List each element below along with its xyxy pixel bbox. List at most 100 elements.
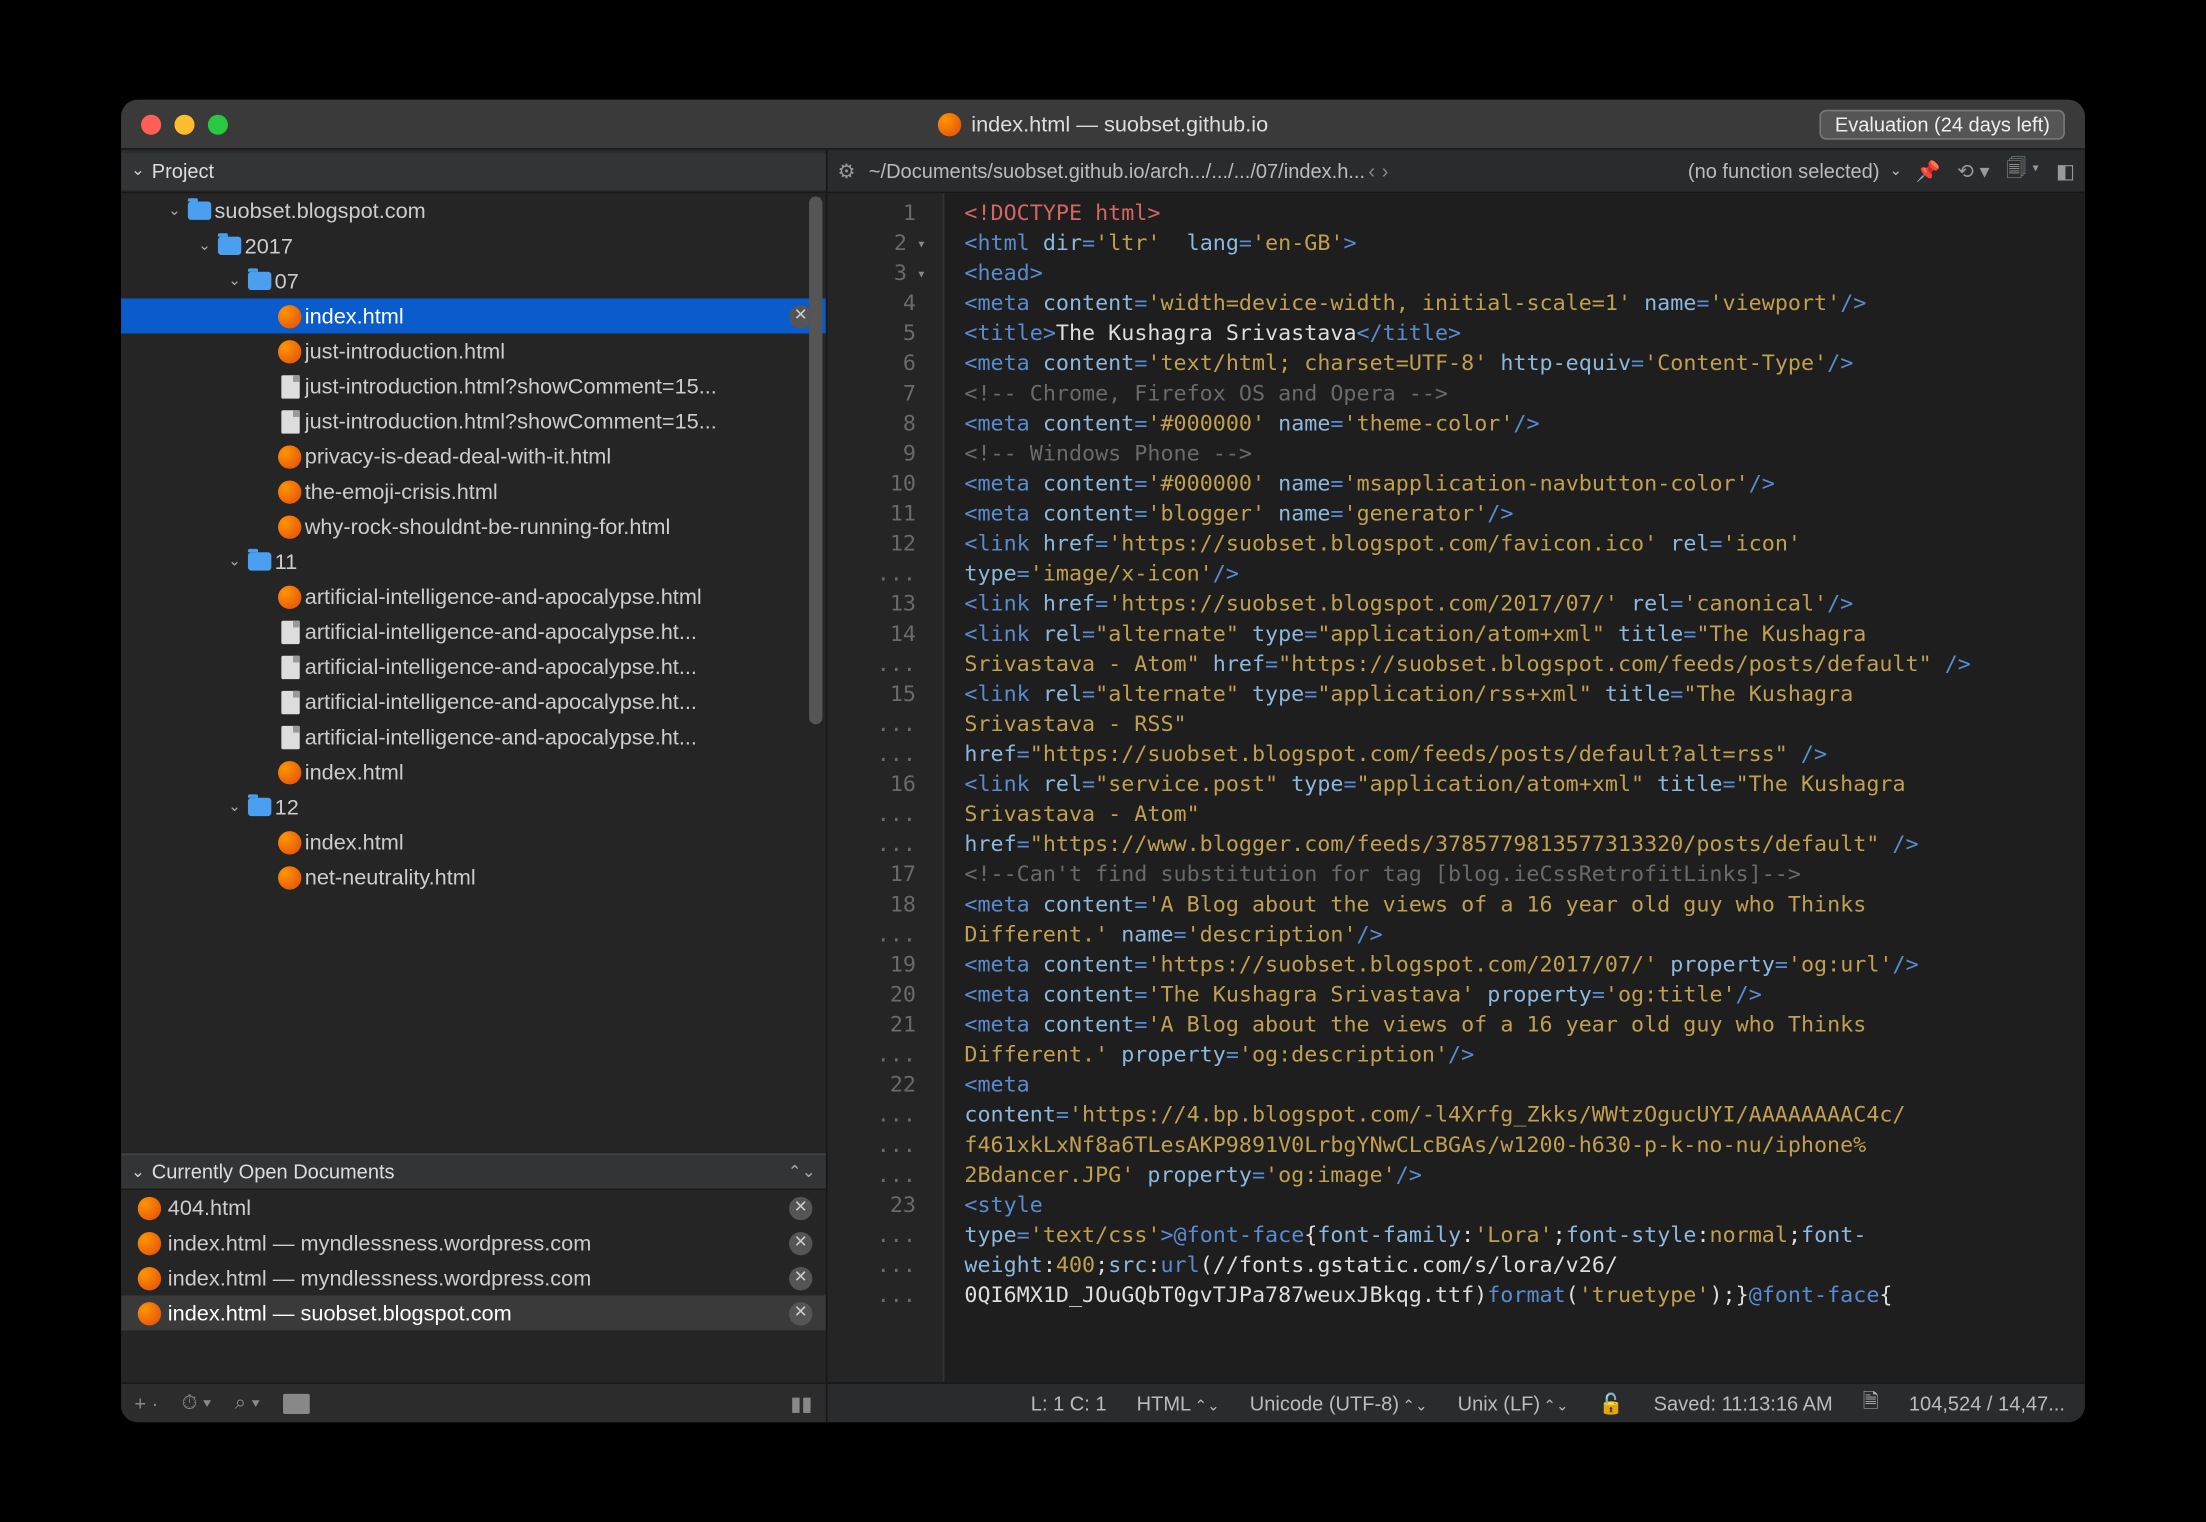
fold-icon[interactable]: ▾ [917,260,926,290]
code-line[interactable]: Different.' name='description'/> [964,921,2085,951]
gutter[interactable]: 12▾3▾456789101112...1314...15......16...… [827,193,944,1382]
code-line[interactable]: <meta content='#000000' name='msapplicat… [964,470,2085,500]
chevron-down-icon[interactable]: ⌄ [225,798,245,816]
encoding-selector[interactable]: Unicode (UTF-8)⌃⌄ [1250,1391,1428,1414]
code-line[interactable]: <meta content='#000000' name='theme-colo… [964,410,2085,440]
minimize-window-button[interactable] [174,114,194,134]
project-tree[interactable]: ⌄suobset.blogspot.com⌄2017⌄07index.html✕… [121,193,826,1153]
code-line[interactable]: <meta content='A Blog about the views of… [964,1011,2085,1041]
code-line[interactable]: type='text/css'>@font-face{font-family:'… [964,1222,2085,1252]
tree-folder[interactable]: ⌄suobset.blogspot.com [121,193,826,228]
tree-file[interactable]: index.html [121,824,826,859]
gutter-line[interactable]: 11 [827,500,926,530]
gutter-line[interactable]: 13 [827,591,926,621]
evaluation-badge[interactable]: Evaluation (24 days left) [1820,109,2065,139]
pin-icon[interactable]: 📌 [1915,159,1940,182]
code-content[interactable]: <!DOCTYPE html><html dir='ltr' lang='en-… [944,193,2085,1382]
scrollbar[interactable] [809,197,822,725]
gutter-line[interactable]: 5 [827,320,926,350]
gutter-line[interactable]: 4 [827,290,926,320]
gutter-line[interactable]: ... [827,1252,926,1282]
path-stepper[interactable]: ‹› [1365,159,1392,182]
tree-file[interactable]: artificial-intelligence-and-apocalypse.h… [121,579,826,614]
history-icon[interactable]: ⟲ ▾ [1957,159,1989,182]
gutter-line[interactable]: 2▾ [827,230,926,260]
tree-file[interactable]: artificial-intelligence-and-apocalypse.h… [121,649,826,684]
chevron-down-icon[interactable]: ⌄ [225,272,245,290]
open-doc-item[interactable]: 404.html✕ [121,1190,826,1225]
code-line[interactable]: <!-- Chrome, Firefox OS and Opera --> [964,380,2085,410]
code-line[interactable]: <link href='https://suobset.blogspot.com… [964,531,2085,561]
gutter-line[interactable]: 8 [827,410,926,440]
search-button[interactable]: ⌕ ▾ [235,1391,260,1416]
code-line[interactable]: href="https://suobset.blogspot.com/feeds… [964,741,2085,771]
cursor-position[interactable]: L: 1 C: 1 [1031,1391,1107,1414]
gutter-line[interactable]: 22 [827,1072,926,1102]
recent-button[interactable]: ⏱ ▾ [182,1391,212,1416]
chevron-down-icon[interactable]: ⌄ [164,202,184,220]
open-doc-item[interactable]: index.html — myndlessness.wordpress.com✕ [121,1260,826,1295]
tree-folder[interactable]: ⌄12 [121,789,826,824]
tree-file[interactable]: index.html [121,754,826,789]
language-selector[interactable]: HTML⌃⌄ [1137,1391,1220,1414]
code-line[interactable]: <link rel="service.post" type="applicati… [964,771,2085,801]
code-line[interactable]: 2Bdancer.JPG' property='og:image'/> [964,1162,2085,1192]
tree-file[interactable]: just-introduction.html [121,333,826,368]
line-endings-selector[interactable]: Unix (LF)⌃⌄ [1458,1391,1569,1414]
chevron-down-icon[interactable]: ⌄ [131,1163,145,1181]
gutter-line[interactable]: 17 [827,861,926,891]
gutter-line[interactable]: 14 [827,621,926,651]
code-line[interactable]: <link rel="alternate" type="application/… [964,621,2085,651]
gutter-line[interactable]: ... [827,1282,926,1312]
tree-file[interactable]: the-emoji-crisis.html [121,474,826,509]
gutter-line[interactable]: ... [827,1162,926,1192]
code-line[interactable]: <meta content='A Blog about the views of… [964,891,2085,921]
gutter-line[interactable]: 16 [827,771,926,801]
tree-file[interactable]: artificial-intelligence-and-apocalypse.h… [121,684,826,719]
code-line[interactable]: <meta content='width=device-width, initi… [964,290,2085,320]
code-line[interactable]: Different.' property='og:description'/> [964,1042,2085,1072]
gutter-line[interactable]: 21 [827,1011,926,1041]
tree-folder[interactable]: ⌄11 [121,544,826,579]
gutter-line[interactable]: ... [827,1102,926,1132]
code-line[interactable]: <meta content='https://suobset.blogspot.… [964,951,2085,981]
code-line[interactable]: <meta content='blogger' name='generator'… [964,500,2085,530]
gutter-line[interactable]: 9 [827,440,926,470]
code-line[interactable]: <style [964,1192,2085,1222]
code-line[interactable]: content='https://4.bp.blogspot.com/-l4Xr… [964,1102,2085,1132]
chevron-updown-icon[interactable]: ⌃⌄ [788,1163,816,1181]
maximize-window-button[interactable] [208,114,228,134]
gutter-line[interactable]: ... [827,561,926,591]
code-line[interactable]: Srivastava - Atom" href="https://suobset… [964,651,2085,681]
close-icon[interactable]: ✕ [789,1266,812,1289]
code-line[interactable]: <!--Can't find substitution for tag [blo… [964,861,2085,891]
toggle-view-button[interactable] [283,1393,310,1413]
gutter-line[interactable]: ... [827,831,926,861]
open-doc-item[interactable]: index.html — myndlessness.wordpress.com✕ [121,1225,826,1260]
gear-icon[interactable]: ⚙ [837,159,855,182]
close-icon[interactable]: ✕ [789,1231,812,1254]
lock-icon[interactable]: 🔓 [1599,1391,1624,1414]
gutter-line[interactable]: 23 [827,1192,926,1222]
tree-folder[interactable]: ⌄2017 [121,228,826,263]
close-icon[interactable]: ✕ [789,1196,812,1219]
code-line[interactable]: 0QI6MX1D_JOuGQbT0gvTJPa787weuxJBkqg.ttf)… [964,1282,2085,1312]
code-line[interactable]: Srivastava - Atom" [964,801,2085,831]
add-button[interactable]: + · [134,1391,158,1414]
gutter-line[interactable]: ... [827,651,926,681]
gutter-line[interactable]: ... [827,1042,926,1072]
function-selector[interactable]: (no function selected)⌄ [1688,159,1902,182]
copy-icon[interactable]: 🗐 ▾ [2006,153,2039,188]
tree-folder[interactable]: ⌄07 [121,263,826,298]
chevron-down-icon[interactable]: ⌄ [225,552,245,570]
gutter-line[interactable]: 10 [827,470,926,500]
tree-file[interactable]: index.html✕ [121,298,826,333]
gutter-line[interactable]: 3▾ [827,260,926,290]
code-line[interactable]: <html dir='ltr' lang='en-GB'> [964,230,2085,260]
tree-file[interactable]: artificial-intelligence-and-apocalypse.h… [121,719,826,754]
code-line[interactable]: <meta content='text/html; charset=UTF-8'… [964,350,2085,380]
tree-file[interactable]: privacy-is-dead-deal-with-it.html [121,439,826,474]
gutter-line[interactable]: 6 [827,350,926,380]
code-line[interactable]: <title>The Kushagra Srivastava</title> [964,320,2085,350]
gutter-line[interactable]: ... [827,801,926,831]
